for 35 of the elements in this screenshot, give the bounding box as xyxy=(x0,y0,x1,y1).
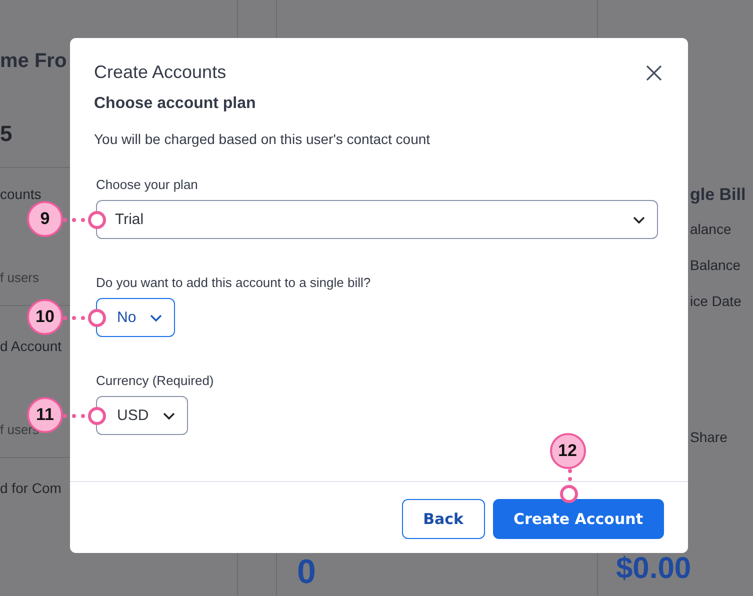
chevron-icon xyxy=(633,216,645,224)
background-text: counts xyxy=(0,186,42,202)
chevron-icon xyxy=(150,314,162,322)
background-text: gle Bill xyxy=(690,185,746,205)
description: You will be charged based on this user's contact count xyxy=(94,131,432,147)
back-button[interactable]: Back xyxy=(402,498,484,538)
leader-line xyxy=(63,218,85,222)
dropdown[interactable]: Trial xyxy=(96,200,658,239)
background-text: f users xyxy=(0,270,40,285)
background-text: me Fro xyxy=(0,50,67,73)
field-label: Choose your plan xyxy=(96,177,199,192)
leader-line xyxy=(63,316,85,320)
dialog-title: Create Accounts xyxy=(94,62,226,83)
background-text: 5 xyxy=(0,121,12,147)
background-text: d for Com xyxy=(0,480,62,496)
background-text: Share xyxy=(690,429,728,445)
callout-marker xyxy=(88,309,106,327)
background-text: ice Date xyxy=(690,293,742,309)
chevron-icon xyxy=(162,412,175,420)
create-button[interactable]: Create Account xyxy=(492,498,664,538)
background-text: $0.00 xyxy=(616,554,692,584)
callout-badge: 12 xyxy=(550,432,586,468)
callout-marker xyxy=(88,407,106,425)
section-heading: Choose account plan xyxy=(94,95,257,113)
callout-badge: 10 xyxy=(27,299,63,335)
background-text: d Account xyxy=(0,338,62,354)
stat-value: 0 xyxy=(297,555,316,589)
background-text: alance xyxy=(690,221,732,237)
close-icon[interactable] xyxy=(646,64,662,80)
callout-marker xyxy=(560,484,578,502)
callout-badge: 9 xyxy=(27,201,63,237)
background-text: Balance xyxy=(690,257,741,273)
callout-marker xyxy=(88,211,106,229)
field-label: Currency (Required) xyxy=(96,373,215,388)
field-label: Do you want to add this account to a single bill? xyxy=(96,275,372,290)
